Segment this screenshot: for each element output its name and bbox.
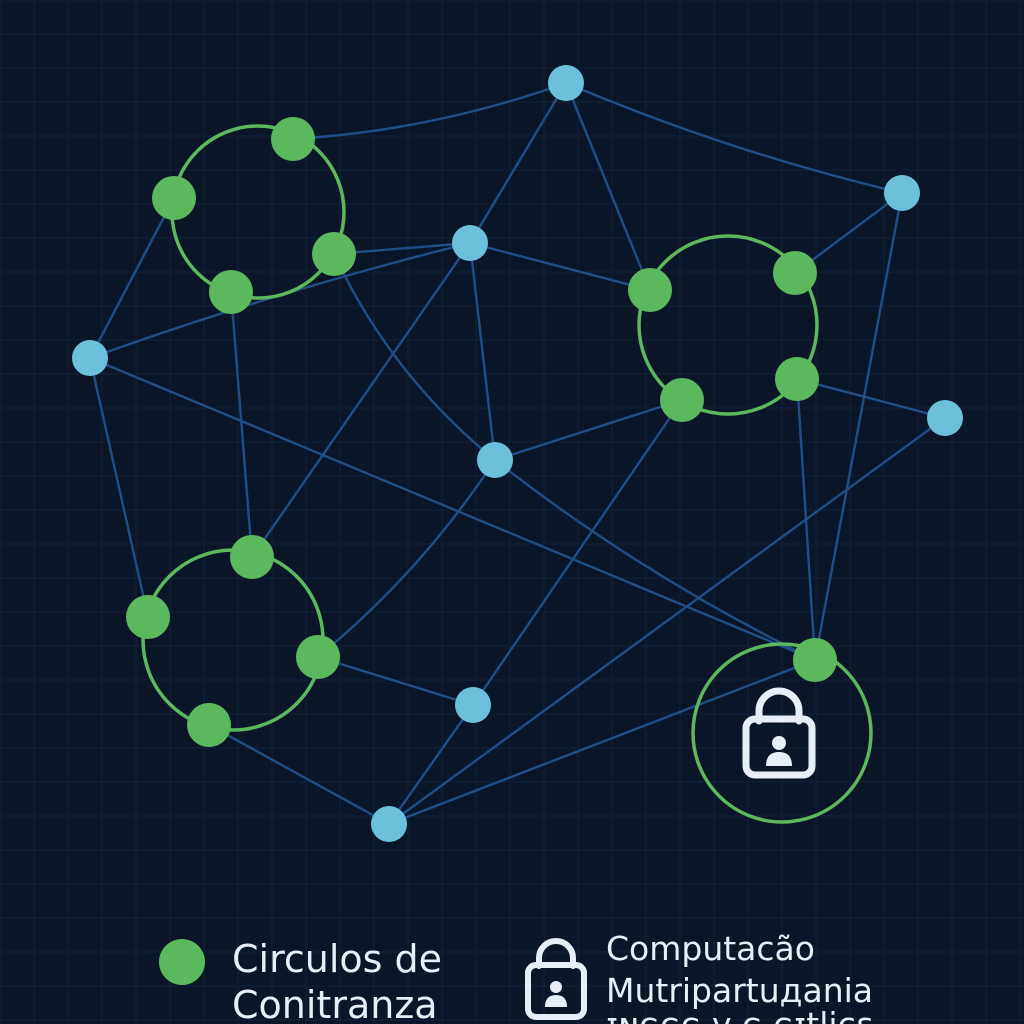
public-node	[371, 806, 407, 842]
green-dot-icon	[159, 939, 205, 985]
public-node	[455, 687, 491, 723]
trust-node	[296, 635, 340, 679]
legend-trust-line1: Circulos de	[232, 937, 442, 981]
public-node	[927, 400, 963, 436]
trust-node	[126, 595, 170, 639]
background	[0, 0, 1024, 1024]
trust-node	[230, 535, 274, 579]
public-node	[452, 225, 488, 261]
legend-mpc-line1: Computacão	[606, 929, 815, 968]
public-node	[884, 175, 920, 211]
network-diagram: Circulos de Conitranza Computacão Mutrip…	[0, 0, 1024, 1024]
trust-node	[209, 270, 253, 314]
trust-node	[773, 251, 817, 295]
trust-node	[152, 176, 196, 220]
public-node	[72, 340, 108, 376]
legend-mpc-line3: ɪɴɢɢɢ ᴠ ɢ ɢɪtlicɛ	[606, 1005, 874, 1024]
public-node	[477, 442, 513, 478]
trust-node	[775, 357, 819, 401]
trust-node	[271, 117, 315, 161]
trust-node	[312, 232, 356, 276]
trust-node	[187, 703, 231, 747]
legend-trust-line2: Conitranza	[232, 983, 438, 1024]
trust-node	[660, 378, 704, 422]
trust-node	[793, 638, 837, 682]
public-node	[548, 65, 584, 101]
trust-node	[628, 268, 672, 312]
